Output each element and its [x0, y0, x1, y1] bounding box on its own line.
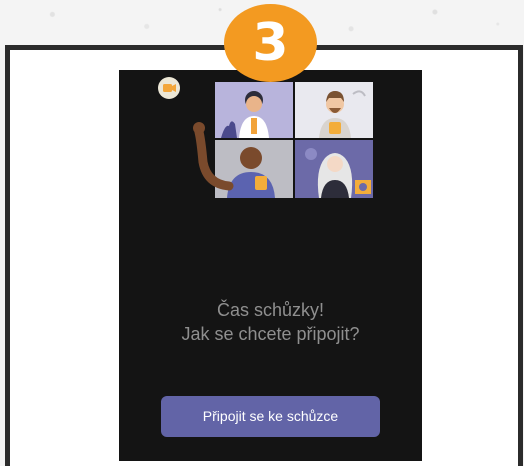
- video-call-people-illustration: [158, 77, 373, 198]
- phone-screen: Čas schůzky! Jak se chcete připojit? Při…: [119, 70, 422, 461]
- camera-icon: [158, 77, 180, 99]
- prompt-question: Jak se chcete připojit?: [181, 324, 360, 344]
- prompt-title: Čas schůzky!: [216, 300, 325, 320]
- join-meeting-button[interactable]: Připojit se ke schůzce: [161, 396, 380, 437]
- step-number-badge: 3: [224, 4, 317, 82]
- join-prompt: Čas schůzky! Jak se chcete připojit?: [119, 298, 422, 346]
